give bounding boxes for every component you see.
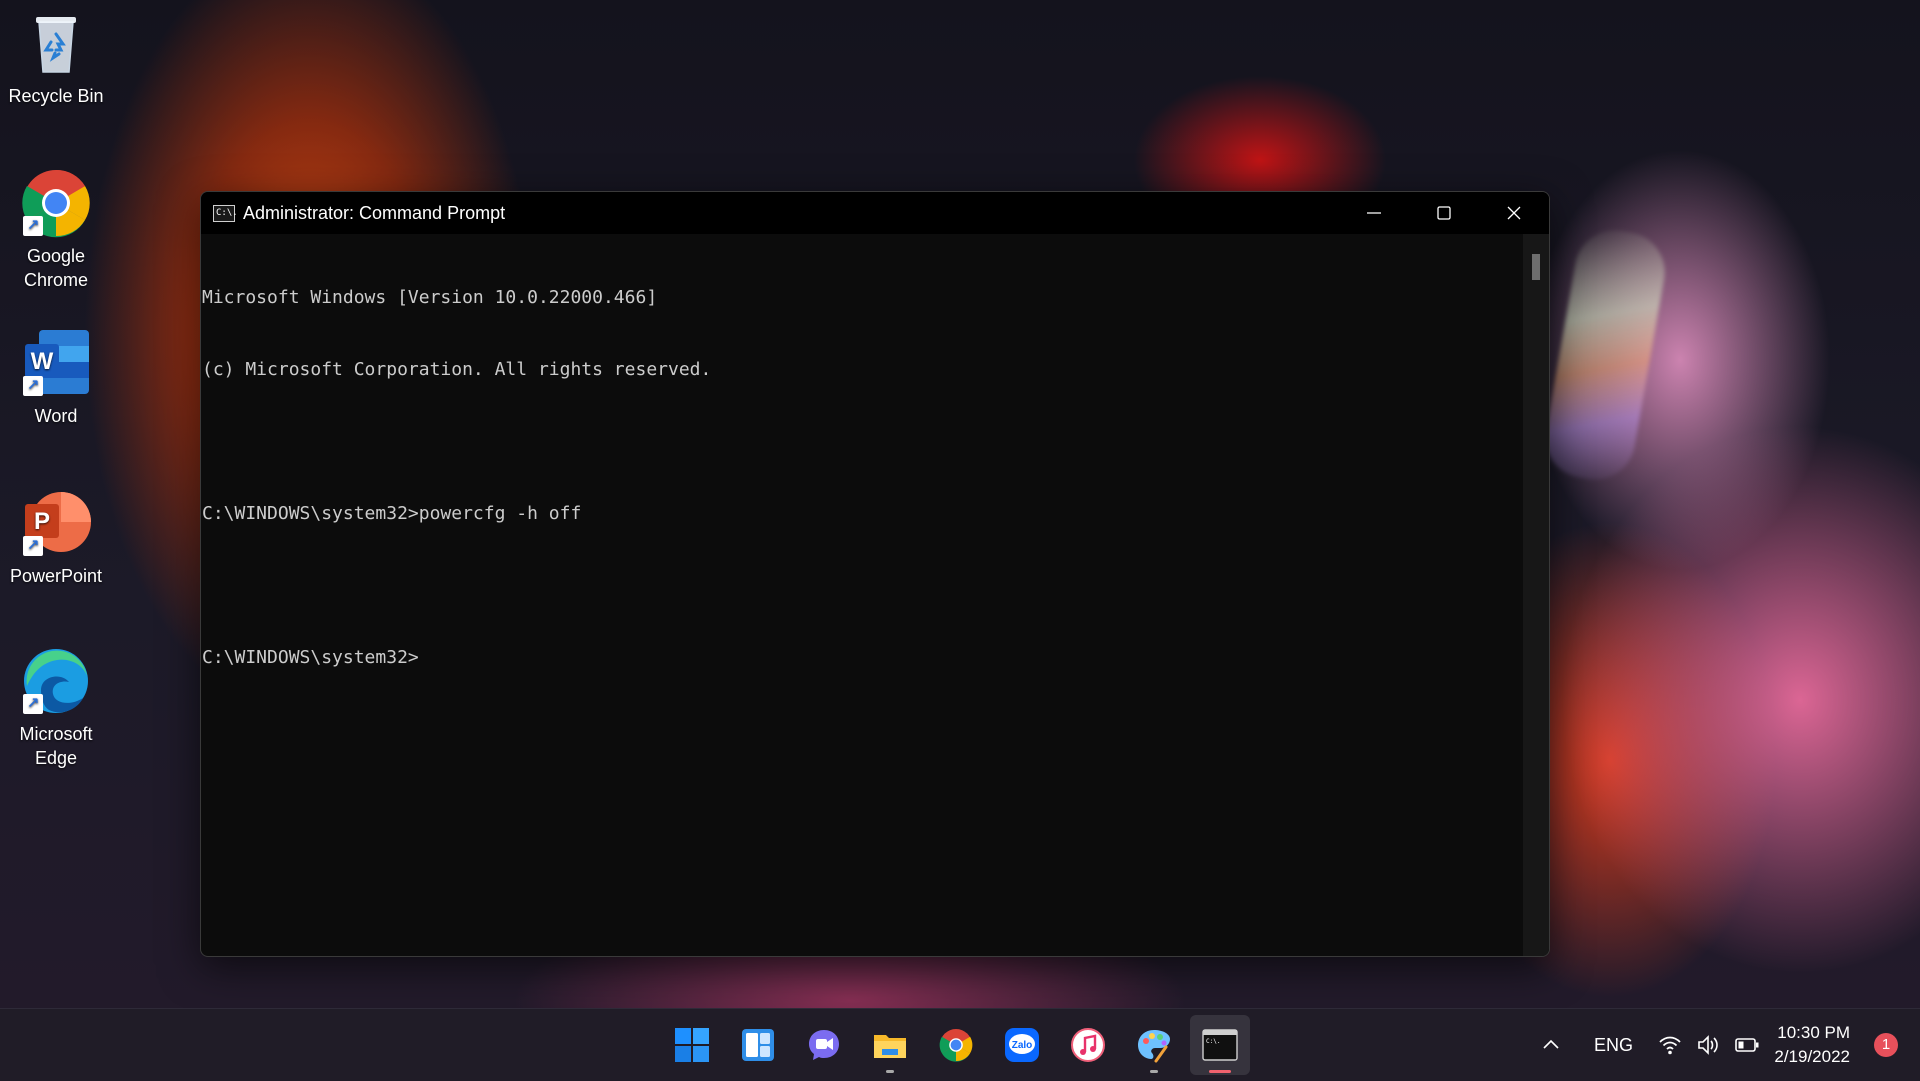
window-title: Administrator: Command Prompt <box>243 202 506 223</box>
language-indicator[interactable]: ENG <box>1594 1009 1633 1081</box>
running-indicator <box>1150 1070 1158 1073</box>
console-line: C:\WINDOWS\system32>powercfg -h off <box>202 503 582 524</box>
desktop-icon-google-chrome[interactable]: ↗ Google Chrome <box>0 168 112 292</box>
desktop-icon-label: PowerPoint <box>9 566 103 586</box>
desktop-icon-label: Recycle Bin <box>8 86 104 106</box>
cmd-icon-text: C:\. <box>1206 1038 1220 1045</box>
zalo-icon: Zalo <box>1005 1028 1039 1062</box>
shortcut-arrow-icon: ↗ <box>23 216 43 236</box>
paint-button[interactable] <box>1124 1015 1184 1075</box>
console-prompt-line: C:\WINDOWS\system32> <box>202 647 419 668</box>
word-icon: W ↗ <box>21 328 91 398</box>
svg-text:W: W <box>31 348 54 375</box>
recycle-bin-icon <box>21 8 91 78</box>
clock[interactable]: 10:30 PM 2/19/2022 <box>1774 1009 1850 1081</box>
file-explorer-icon <box>874 1035 906 1058</box>
console-line: (c) Microsoft Corporation. All rights re… <box>202 359 712 380</box>
taskbar-apps: Zalo C:\. <box>662 1015 1250 1075</box>
maximize-icon <box>1437 206 1451 220</box>
chrome-taskbar-button[interactable] <box>926 1015 986 1075</box>
desktop-icon-recycle-bin[interactable]: Recycle Bin <box>0 8 112 108</box>
itunes-button[interactable] <box>1058 1015 1118 1075</box>
minimize-button[interactable] <box>1339 192 1409 234</box>
battery-icon <box>1735 1038 1759 1052</box>
desktop-icon-label: Word <box>34 406 78 426</box>
title-bar[interactable]: C:\. Administrator: Command Prompt <box>201 192 1549 234</box>
running-indicator <box>886 1070 894 1073</box>
command-prompt-icon: C:\. <box>1202 1029 1238 1061</box>
chat-icon <box>809 1030 839 1060</box>
desktop-icon-microsoft-edge[interactable]: ↗ Microsoft Edge <box>0 646 112 770</box>
start-icon <box>675 1028 709 1062</box>
zalo-label: Zalo <box>1012 1040 1033 1051</box>
chevron-up-icon <box>1543 1039 1559 1049</box>
paint-icon <box>1138 1030 1170 1063</box>
desktop-icon-label: Microsoft Edge <box>19 724 93 768</box>
notification-center-button[interactable]: 1 <box>1874 1009 1898 1081</box>
minimize-icon <box>1367 212 1381 214</box>
chrome-icon <box>939 1028 973 1062</box>
console-line: Microsoft Windows [Version 10.0.22000.46… <box>202 287 658 308</box>
zalo-button[interactable]: Zalo <box>992 1015 1052 1075</box>
desktop-icon-label: Google Chrome <box>23 246 89 290</box>
shortcut-arrow-icon: ↗ <box>23 536 43 556</box>
command-prompt-window[interactable]: C:\. Administrator: Command Prompt Micro… <box>200 191 1550 957</box>
desktop-icon-powerpoint[interactable]: P ↗ PowerPoint <box>0 488 112 588</box>
widgets-button[interactable] <box>728 1015 788 1075</box>
command-prompt-icon: C:\. <box>213 204 238 222</box>
window-controls <box>1339 192 1549 234</box>
volume-icon <box>1698 1035 1718 1055</box>
close-button[interactable] <box>1479 192 1549 234</box>
notification-badge: 1 <box>1874 1033 1898 1057</box>
taskbar: Zalo C:\. ENG 10:30 PM 2/19/2022 1 <box>0 1008 1920 1081</box>
vertical-scrollbar[interactable] <box>1523 234 1549 956</box>
clock-date: 2/19/2022 <box>1774 1047 1850 1066</box>
desktop: Recycle Bin ↗ Google Chrome W ↗ Word P ↗… <box>0 0 1920 1008</box>
clock-time: 10:30 PM <box>1777 1023 1850 1042</box>
chrome-icon: ↗ <box>21 168 91 238</box>
shortcut-arrow-icon: ↗ <box>23 694 43 714</box>
edge-icon: ↗ <box>21 646 91 716</box>
itunes-icon <box>1071 1028 1105 1062</box>
wallpaper-ribbon <box>1538 224 1672 486</box>
file-explorer-button[interactable] <box>860 1015 920 1075</box>
widgets-icon <box>742 1029 774 1061</box>
quick-settings-button[interactable] <box>1658 1009 1760 1081</box>
powerpoint-icon: P ↗ <box>21 488 91 558</box>
svg-text:P: P <box>34 508 50 535</box>
active-indicator <box>1209 1070 1231 1073</box>
wifi-icon <box>1659 1036 1681 1055</box>
shortcut-arrow-icon: ↗ <box>23 376 43 396</box>
start-button[interactable] <box>662 1015 722 1075</box>
close-icon <box>1507 206 1521 220</box>
maximize-button[interactable] <box>1409 192 1479 234</box>
desktop-icon-word[interactable]: W ↗ Word <box>0 328 112 428</box>
scrollbar-thumb[interactable] <box>1532 254 1540 280</box>
chat-button[interactable] <box>794 1015 854 1075</box>
command-prompt-taskbar-button[interactable]: C:\. <box>1190 1015 1250 1075</box>
show-hidden-icons-button[interactable] <box>1542 1009 1560 1081</box>
console-output[interactable]: Microsoft Windows [Version 10.0.22000.46… <box>201 234 1523 956</box>
